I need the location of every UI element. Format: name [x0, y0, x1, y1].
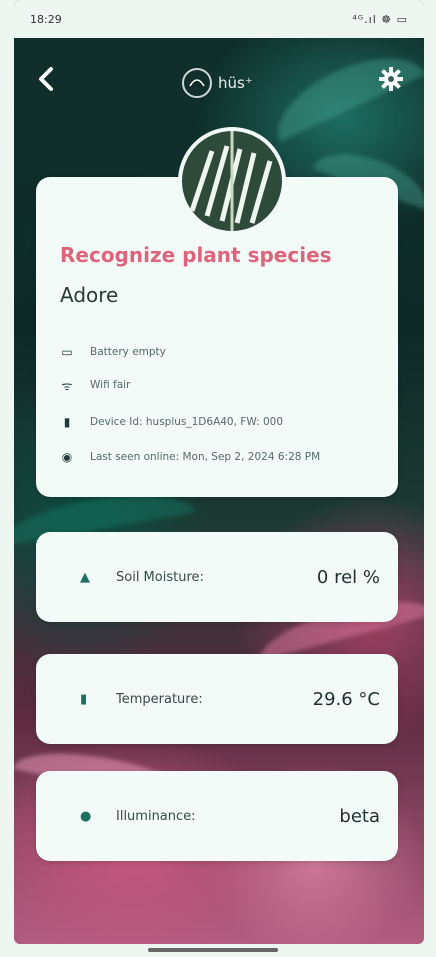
wifi-status-text: Wifi fair — [90, 379, 131, 391]
temperature-label: Temperature: — [116, 691, 203, 707]
battery-status-row: ▭ Battery empty — [60, 342, 166, 362]
illuminance-label: Illuminance: — [116, 808, 196, 824]
temperature-card[interactable]: ▮ Temperature: 29.6 °C — [36, 654, 398, 744]
soil-moisture-value: 0 rel % — [316, 566, 380, 588]
chevron-left-icon — [39, 67, 53, 91]
status-time: 18:29 — [30, 12, 62, 26]
wifi-status-row: ᯤ Wifi fair — [60, 375, 131, 395]
eye-icon: ◉ — [61, 450, 73, 464]
recognize-species-link[interactable]: Recognize plant species — [60, 243, 332, 267]
plant-name: Adore — [60, 283, 119, 307]
back-button[interactable] — [36, 66, 66, 96]
plant-leaf-image — [182, 131, 282, 231]
settings-button[interactable] — [376, 66, 406, 96]
home-indicator[interactable] — [148, 948, 278, 952]
soil-moisture-label: Soil Moisture: — [116, 569, 204, 585]
gear-icon — [379, 67, 403, 91]
wifi-icon: ᯤ — [61, 378, 73, 393]
app-screen: 18:29 ⁴ᴳ.ıl ☸ ▭ hüs⁺ Recognize plant spe… — [14, 0, 424, 944]
battery-status-text: Battery empty — [90, 346, 166, 358]
illuminance-card[interactable]: ● Illuminance: beta — [36, 771, 398, 861]
plant-avatar[interactable] — [178, 127, 286, 235]
sun-icon: ● — [80, 808, 92, 824]
status-bar: 18:29 ⁴ᴳ.ıl ☸ ▭ — [14, 0, 424, 38]
soil-moisture-card[interactable]: ▲ Soil Moisture: 0 rel % — [36, 532, 398, 622]
thermometer-icon: ▮ — [80, 691, 88, 707]
device-icon: ▮ — [63, 415, 71, 429]
device-id-row: ▮ Device Id: husplus_1D6A40, FW: 000 — [60, 412, 283, 432]
logo-text: hüs⁺ — [218, 74, 253, 92]
app-logo: hüs⁺ — [182, 68, 253, 98]
device-id-text: Device Id: husplus_1D6A40, FW: 000 — [90, 416, 284, 428]
illuminance-value: beta — [339, 805, 380, 827]
top-bar: hüs⁺ — [14, 60, 424, 104]
last-seen-text: Last seen online: Mon, Sep 2, 2024 6:28 … — [90, 451, 321, 463]
water-drop-icon: ▲ — [80, 569, 90, 585]
status-icons: ⁴ᴳ.ıl ☸ ▭ — [352, 12, 408, 26]
last-seen-row: ◉ Last seen online: Mon, Sep 2, 2024 6:2… — [60, 447, 320, 467]
logo-emblem-icon — [182, 68, 212, 98]
battery-icon: ▭ — [61, 345, 73, 359]
temperature-value: 29.6 °C — [312, 688, 380, 710]
